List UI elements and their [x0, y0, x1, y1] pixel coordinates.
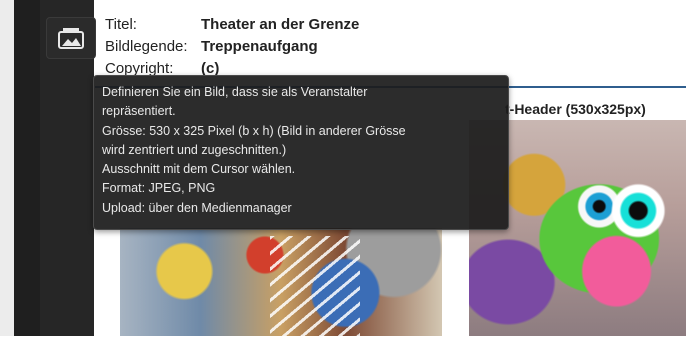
tooltip-line: Definieren Sie ein Bild, dass sie als Ve… — [102, 85, 368, 99]
image-gallery-icon — [58, 28, 84, 49]
right-image-title: t-Header (530x325px) — [505, 101, 646, 117]
legend-value: Treppenaufgang — [201, 38, 318, 55]
tooltip-line: Format: JPEG, PNG — [102, 181, 216, 196]
tooltip-line: repräsentiert. — [102, 104, 176, 119]
tooltip-line: wird zentriert und zugeschnitten.) — [102, 142, 287, 157]
left-rail — [0, 0, 14, 336]
legend-row: Bildlegende: Treppenaufgang — [105, 36, 359, 58]
tooltip: Definieren Sie ein Bild, dass sie als Ve… — [93, 75, 509, 230]
image-tool-button[interactable] — [46, 17, 96, 59]
stairs-overlay — [270, 236, 360, 336]
title-value: Theater an der Grenze — [201, 16, 360, 33]
sidebar-strip — [14, 0, 40, 336]
tooltip-line: Ausschnitt mit dem Cursor wählen. — [102, 162, 296, 177]
tooltip-line: Grösse: 530 x 325 Pixel (b x h) (Bild in… — [102, 123, 406, 138]
legend-label: Bildlegende: — [105, 38, 188, 55]
tooltip-line: Upload: über den Medienmanager — [102, 200, 292, 215]
image-metadata: Titel: Theater an der Grenze Bildlegende… — [105, 14, 359, 80]
title-row: Titel: Theater an der Grenze — [105, 14, 359, 36]
title-label: Titel: — [105, 16, 137, 33]
